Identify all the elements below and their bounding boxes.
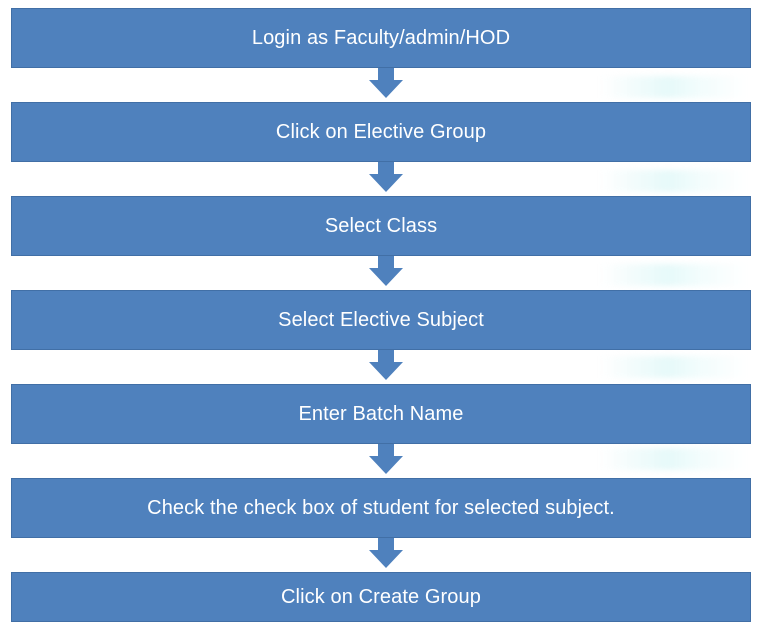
flow-step-create-group: Click on Create Group — [11, 572, 751, 622]
flow-step-label: Click on Create Group — [281, 585, 481, 608]
flow-step-login: Login as Faculty/admin/HOD — [11, 8, 751, 68]
background-glow — [600, 356, 750, 378]
flow-step-label: Enter Batch Name — [298, 402, 464, 425]
process-flowchart: Login as Faculty/admin/HOD Click on Elec… — [0, 0, 761, 630]
flow-step-label: Click on Elective Group — [275, 120, 487, 143]
down-arrow-icon — [369, 444, 403, 474]
down-arrow-icon — [369, 68, 403, 98]
background-glow — [600, 170, 750, 192]
flow-step-label: Select Elective Subject — [278, 308, 484, 331]
flow-step-select-subject: Select Elective Subject — [11, 290, 751, 350]
flow-step-batch-name: Enter Batch Name — [11, 384, 751, 444]
flow-step-select-class: Select Class — [11, 196, 751, 256]
flow-step-label: Check the check box of student for selec… — [147, 496, 615, 519]
flow-step-label: Select Class — [324, 214, 438, 237]
down-arrow-icon — [369, 162, 403, 192]
background-glow — [600, 448, 750, 470]
flow-step-check-students: Check the check box of student for selec… — [11, 478, 751, 538]
flow-step-elective-group: Click on Elective Group — [11, 102, 751, 162]
down-arrow-icon — [369, 350, 403, 380]
down-arrow-icon — [369, 538, 403, 568]
background-glow — [600, 264, 750, 286]
down-arrow-icon — [369, 256, 403, 286]
background-glow — [600, 76, 750, 98]
flow-step-label: Login as Faculty/admin/HOD — [251, 26, 511, 49]
